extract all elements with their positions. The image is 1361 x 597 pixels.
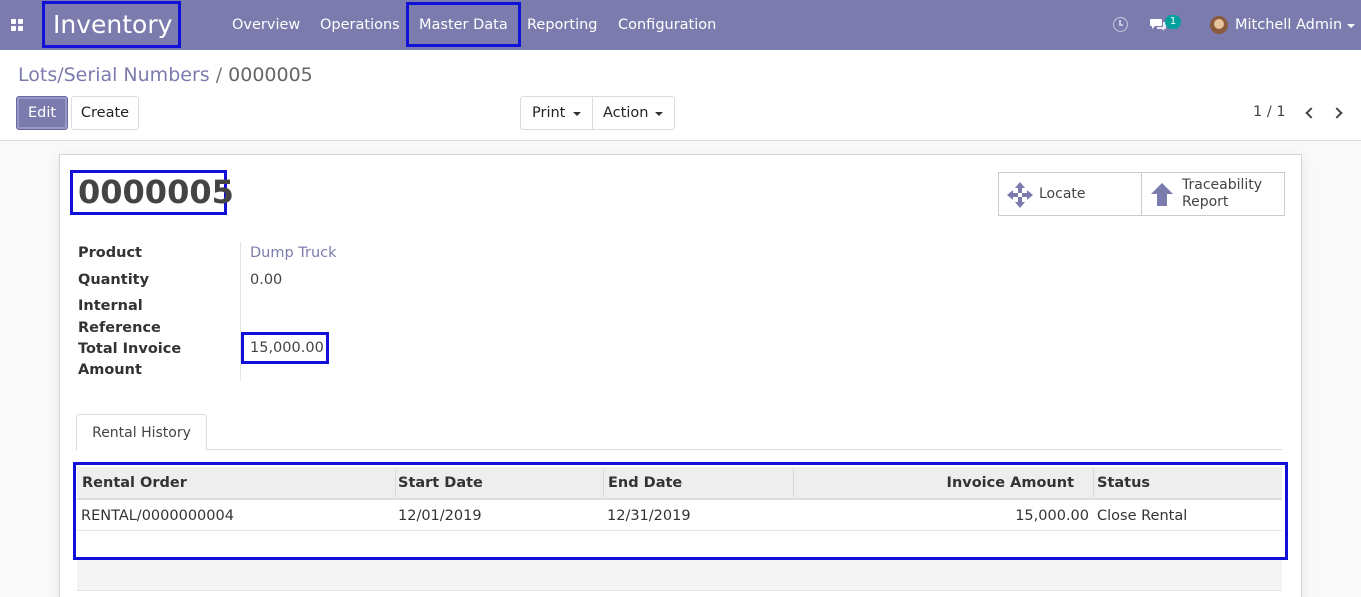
print-caret-icon [573, 112, 581, 116]
internal-reference-label-line2: Reference [78, 320, 161, 336]
quantity-label: Quantity [78, 272, 150, 288]
action-caret-icon [655, 112, 663, 116]
pager-previous-icon[interactable] [1305, 107, 1317, 119]
traceability-label-line1: Traceability [1182, 177, 1263, 193]
action-dropdown-button[interactable]: Action [592, 96, 675, 130]
edit-button[interactable]: Edit [16, 96, 68, 130]
record-title: 0000005 [70, 170, 234, 215]
chat-count-badge: 1 [1165, 15, 1181, 29]
app-brand[interactable]: Inventory [42, 1, 181, 48]
locate-smart-button[interactable]: Locate [998, 172, 1142, 216]
total-invoice-label-line1: Total Invoice [78, 341, 182, 357]
pager-next-icon[interactable] [1331, 107, 1343, 119]
breadcrumb: Lots/Serial Numbers / 0000005 [18, 64, 313, 86]
move-arrows-icon [1007, 182, 1033, 208]
rental-table-highlight [73, 462, 1288, 560]
menu-operations[interactable]: Operations [320, 0, 400, 50]
create-button[interactable]: Create [71, 96, 139, 130]
locate-label: Locate [1039, 185, 1086, 202]
breadcrumb-parent-link[interactable]: Lots/Serial Numbers [18, 64, 210, 86]
apps-menu-icon[interactable] [11, 19, 24, 31]
traceability-label: Traceability Report [1182, 173, 1262, 215]
control-panel: Lots/Serial Numbers / 0000005 Edit Creat… [0, 50, 1361, 141]
user-caret-icon[interactable] [1347, 24, 1355, 28]
breadcrumb-current: 0000005 [228, 64, 313, 86]
total-invoice-value: 15,000.00 [241, 332, 329, 364]
total-invoice-label-line2: Amount [78, 362, 142, 378]
menu-configuration[interactable]: Configuration [618, 0, 716, 50]
print-label: Print [532, 105, 566, 121]
user-menu[interactable]: Mitchell Admin [1235, 0, 1342, 50]
print-dropdown-button[interactable]: Print [520, 96, 593, 130]
activity-clock-icon[interactable] [1113, 17, 1128, 32]
traceability-report-smart-button[interactable]: Traceability Report [1141, 172, 1285, 216]
arrow-up-icon [1151, 183, 1173, 206]
top-navbar: Inventory Overview Operations Master Dat… [0, 0, 1361, 50]
menu-overview[interactable]: Overview [232, 0, 300, 50]
action-label: Action [603, 105, 649, 121]
product-value-link[interactable]: Dump Truck [250, 245, 337, 261]
internal-reference-label-line1: Internal [78, 298, 143, 314]
product-label: Product [78, 245, 142, 261]
user-avatar[interactable] [1210, 16, 1228, 34]
menu-master-data[interactable]: Master Data [406, 2, 521, 47]
traceability-label-line2: Report [1182, 194, 1229, 210]
breadcrumb-separator: / [215, 64, 223, 86]
table-empty-row [77, 560, 1282, 591]
quantity-value: 0.00 [250, 272, 283, 288]
pager-counter[interactable]: 1 / 1 [1253, 104, 1286, 120]
menu-reporting[interactable]: Reporting [527, 0, 598, 50]
field-divider [240, 242, 241, 381]
tab-rental-history[interactable]: Rental History [76, 414, 207, 451]
tab-underline [77, 449, 1282, 450]
